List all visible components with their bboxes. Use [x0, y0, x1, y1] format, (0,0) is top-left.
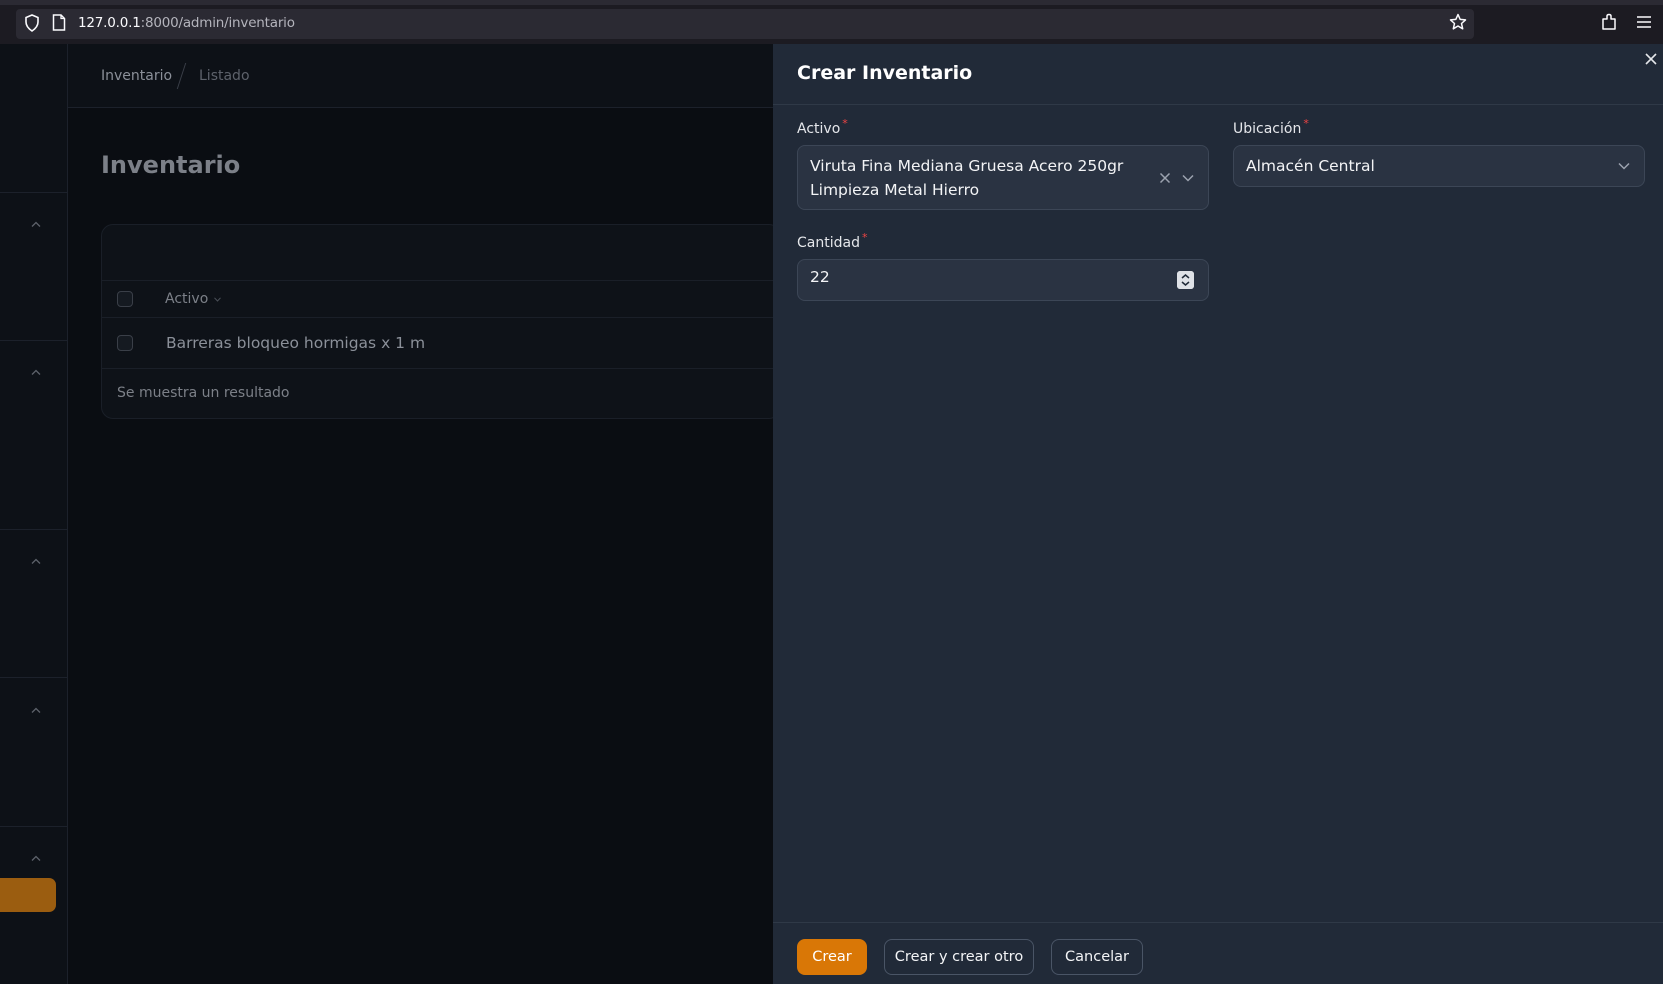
url-path: :8000/admin/inventario — [140, 15, 295, 31]
url-host: 127.0.0.1 — [78, 15, 141, 31]
create-button[interactable]: Crear — [797, 939, 867, 975]
cantidad-value: 22 — [810, 268, 830, 286]
panel-footer-divider — [773, 922, 1663, 923]
url-text[interactable]: 127.0.0.1:8000/admin/inventario — [78, 15, 295, 31]
spinner-icon[interactable] — [1177, 271, 1194, 289]
star-icon[interactable] — [1449, 13, 1467, 31]
breadcrumb-item: Listado — [199, 68, 250, 84]
chevron-up-icon[interactable] — [31, 855, 41, 862]
activo-label: Activo * — [797, 117, 848, 137]
breadcrumb-item[interactable]: Inventario — [101, 68, 172, 84]
select-all-checkbox[interactable] — [117, 291, 133, 307]
sidebar-divider — [0, 340, 68, 341]
topbar — [68, 44, 773, 108]
chevron-down-icon[interactable] — [1182, 174, 1194, 182]
activo-value-line2: Limpieza Metal Hierro — [810, 181, 980, 199]
sidebar-divider — [0, 826, 68, 827]
chevron-up-icon[interactable] — [31, 707, 41, 714]
panel-title: Crear Inventario — [797, 62, 973, 84]
extensions-icon[interactable] — [1600, 13, 1618, 31]
sidebar — [0, 44, 68, 984]
sidebar-divider — [0, 677, 68, 678]
cantidad-input[interactable] — [797, 259, 1209, 301]
table-cell[interactable]: Barreras bloqueo hormigas x 1 m — [166, 334, 425, 352]
ubicacion-value: Almacén Central — [1246, 157, 1375, 175]
chevron-up-icon[interactable] — [31, 558, 41, 565]
column-header-activo[interactable]: Activo — [165, 291, 208, 307]
required-mark: * — [861, 231, 868, 244]
menu-icon[interactable] — [1635, 13, 1653, 31]
activo-value-line1: Viruta Fina Mediana Gruesa Acero 250gr — [810, 157, 1124, 175]
ubicacion-label-text: Ubicación — [1233, 121, 1302, 137]
shield-icon[interactable] — [24, 14, 40, 32]
create-another-button[interactable]: Crear y crear otro — [884, 939, 1034, 975]
sidebar-divider — [0, 192, 68, 193]
sidebar-divider — [0, 529, 68, 530]
row-checkbox[interactable] — [117, 335, 133, 351]
page-icon — [52, 14, 66, 31]
activo-label-text: Activo — [797, 121, 841, 137]
chevron-up-icon[interactable] — [31, 221, 41, 228]
page-title: Inventario — [101, 151, 241, 179]
clear-icon[interactable] — [1159, 172, 1171, 184]
chevron-up-icon[interactable] — [31, 369, 41, 376]
ubicacion-label: Ubicación * — [1233, 117, 1309, 137]
cantidad-label-text: Cantidad — [797, 235, 860, 251]
sort-chevron-icon[interactable] — [214, 297, 221, 302]
cancel-button[interactable]: Cancelar — [1051, 939, 1143, 975]
sidebar-item-active[interactable] — [0, 878, 56, 912]
required-mark: * — [1303, 117, 1309, 130]
required-mark: * — [842, 117, 848, 130]
close-icon[interactable] — [1645, 53, 1657, 65]
table-footer-text: Se muestra un resultado — [117, 385, 290, 401]
cantidad-label: Cantidad * — [797, 231, 867, 251]
chevron-down-icon[interactable] — [1618, 162, 1630, 170]
